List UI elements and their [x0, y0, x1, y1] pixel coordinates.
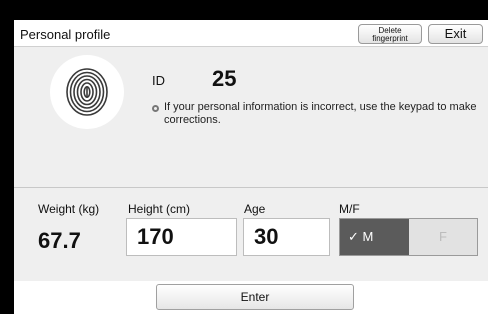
- info-bullet-icon: [152, 105, 159, 112]
- gender-label: M/F: [339, 202, 360, 216]
- age-label: Age: [244, 202, 266, 216]
- exit-button[interactable]: Exit: [428, 24, 483, 44]
- measurements-panel: Weight (kg) 67.7 Height (cm) 170 Age 30 …: [14, 188, 488, 281]
- info-text: If your personal information is incorrec…: [164, 101, 477, 126]
- page-title: Personal profile: [20, 27, 111, 42]
- height-field[interactable]: 170: [126, 218, 237, 256]
- id-value: 25: [212, 66, 237, 91]
- weight-label: Weight (kg): [38, 202, 100, 216]
- id-label: ID: [152, 73, 165, 88]
- header-bar: Personal profile Delete fingerprint Exit: [14, 20, 488, 47]
- profile-panel: ID 25 If your personal information is in…: [14, 47, 488, 188]
- female-option-button[interactable]: F: [409, 219, 477, 255]
- gender-toggle: ✓ M F: [339, 218, 478, 256]
- height-label: Height (cm): [128, 202, 191, 216]
- age-field[interactable]: 30: [243, 218, 330, 256]
- personal-profile-screen: Personal profile Delete fingerprint Exit…: [14, 20, 488, 314]
- weight-value: 67.7: [38, 228, 81, 253]
- fingerprint-icon: [66, 68, 108, 116]
- delete-fingerprint-button[interactable]: Delete fingerprint: [358, 24, 422, 44]
- male-option-button[interactable]: ✓ M: [340, 219, 409, 255]
- delete-fingerprint-label-line2: fingerprint: [372, 34, 408, 43]
- enter-button[interactable]: Enter: [156, 284, 354, 310]
- fingerprint-badge: [50, 55, 124, 129]
- footer-bar: Enter: [14, 281, 488, 314]
